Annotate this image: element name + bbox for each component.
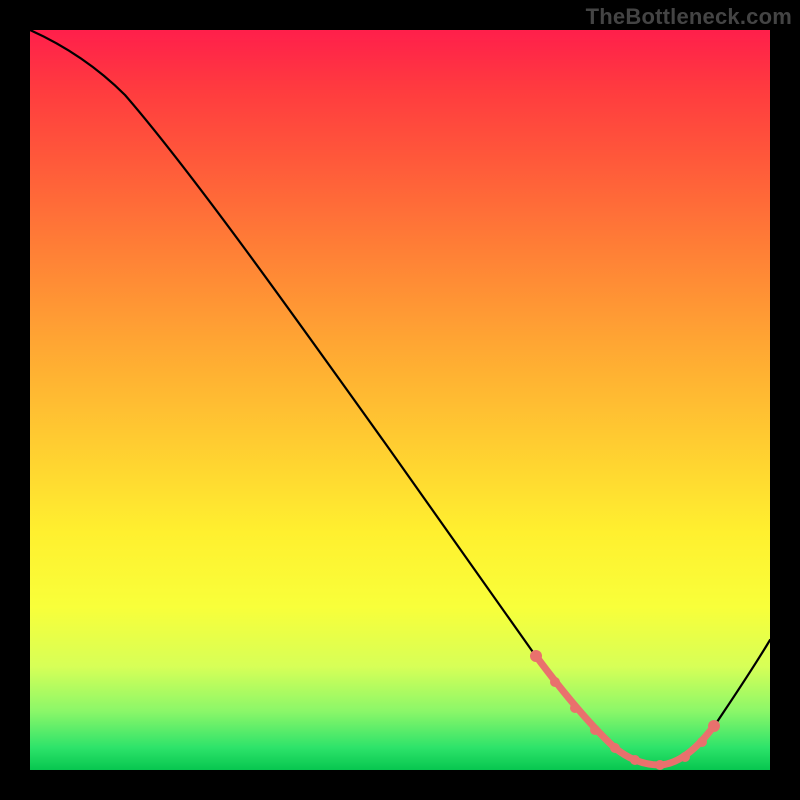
marker-icon xyxy=(708,720,720,732)
marker-icon xyxy=(630,755,640,765)
marker-icon xyxy=(530,650,542,662)
gradient-plot-area xyxy=(30,30,770,770)
chart-frame: TheBottleneck.com xyxy=(0,0,800,800)
bottleneck-curve xyxy=(30,30,770,765)
marker-icon xyxy=(655,760,665,770)
watermark-text: TheBottleneck.com xyxy=(586,4,792,30)
optimal-zone-segment xyxy=(536,656,714,765)
marker-icon xyxy=(570,703,580,713)
marker-icon xyxy=(550,677,560,687)
curve-svg xyxy=(30,30,770,770)
marker-icon xyxy=(697,737,707,747)
marker-icon xyxy=(680,752,690,762)
marker-icon xyxy=(590,725,600,735)
marker-icon xyxy=(610,743,620,753)
